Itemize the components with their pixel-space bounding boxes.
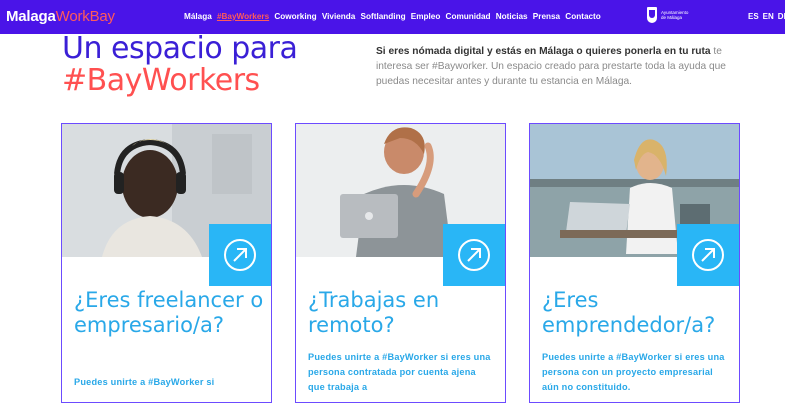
card-remote[interactable]: ¿Trabajas en remoto? Puedes unirte a #Ba… [295,123,506,403]
lang-en[interactable]: EN [763,12,774,21]
nav-item-prensa[interactable]: Prensa [533,12,560,21]
coat-of-arms-icon [647,7,657,23]
card-entrepreneur[interactable]: ¿Eres emprendedor/a? Puedes unirte a #Ba… [529,123,740,403]
nav-item-empleo[interactable]: Empleo [411,12,441,21]
card-freelancer-title: ¿Eres freelancer o empresario/a? [74,288,264,337]
nav-item-vivienda[interactable]: Vivienda [322,12,356,21]
language-switcher: ES EN DE [748,12,785,21]
hero-intro-bold: Si eres nómada digital y estás en Málaga… [376,46,711,57]
card-remote-title: ¿Trabajas en remoto? [308,288,440,337]
card-remote-arrow-button[interactable] [443,224,505,286]
card-freelancer-desc: Puedes unirte a #BayWorker si [74,377,215,387]
site-logo[interactable]: MalagaWorkBay [6,8,115,25]
arrow-up-right-icon [692,239,724,271]
card-freelancer[interactable]: ¿Eres freelancer o empresario/a? Puedes … [61,123,272,403]
card-entrepreneur-arrow-button[interactable] [677,224,739,286]
nav-item-comunidad[interactable]: Comunidad [446,12,491,21]
municipality-logo[interactable]: Ayuntamiento de Málaga [647,7,688,23]
lang-de[interactable]: DE [778,12,785,21]
card-freelancer-arrow-button[interactable] [209,224,271,286]
municipality-line2: de Málaga [661,15,683,20]
hero-title: Un espacio para #BayWorkers [62,31,298,98]
logo-part1: Malaga [6,8,56,25]
card-entrepreneur-desc: Puedes unirte a #BayWorker si eres una p… [542,352,725,392]
card-entrepreneur-title: ¿Eres emprendedor/a? [542,288,716,337]
card-remote-desc: Puedes unirte a #BayWorker si eres una p… [308,352,491,392]
arrow-up-right-icon [458,239,490,271]
logo-part2: WorkBay [55,8,115,25]
hero-title-line1: Un espacio para [62,31,298,66]
lang-es[interactable]: ES [748,12,759,21]
arrow-up-right-icon [224,239,256,271]
nav-item-malaga[interactable]: Málaga [184,12,212,21]
nav-item-coworking[interactable]: Coworking [274,12,316,21]
nav-item-noticias[interactable]: Noticias [496,12,528,21]
nav-item-contacto[interactable]: Contacto [565,12,600,21]
nav-item-bayworkers[interactable]: #BayWorkers [217,12,269,21]
top-navbar: MalagaWorkBay Málaga #BayWorkers Coworki… [0,0,785,34]
main-nav: Málaga #BayWorkers Coworking Vivienda So… [184,12,606,21]
hero-title-line2: #BayWorkers [62,63,260,98]
nav-item-softlanding[interactable]: Softlanding [361,12,406,21]
hero-intro: Si eres nómada digital y estás en Málaga… [376,44,740,89]
